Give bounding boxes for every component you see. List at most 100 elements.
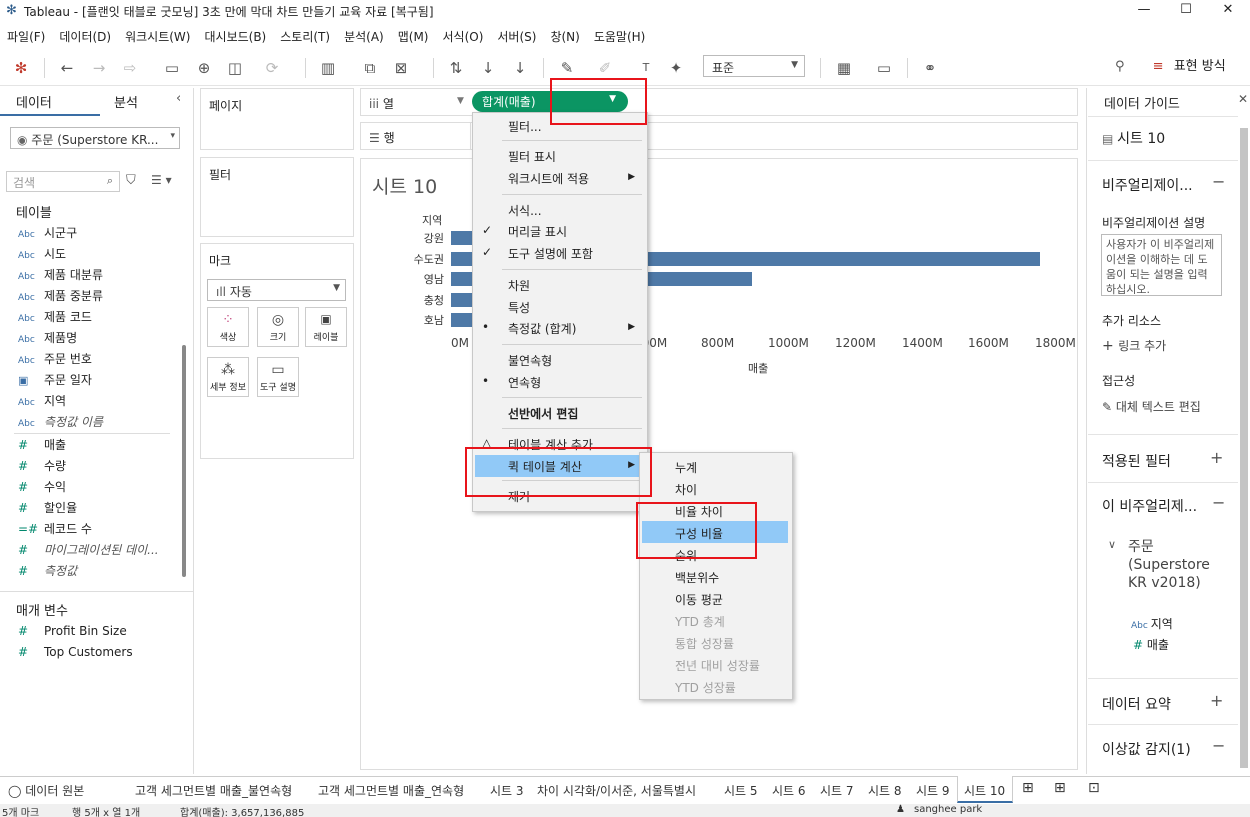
close-icon[interactable]: ✕ xyxy=(1238,92,1248,106)
tab-sheet[interactable]: 시트 3 xyxy=(490,782,524,799)
color-button[interactable]: ⁘ 색상 xyxy=(207,307,249,347)
menu-story[interactable]: 스토리(T) xyxy=(280,28,330,45)
parameter-item[interactable]: # Profit Bin Size xyxy=(18,624,127,644)
tab-sheet[interactable]: 시트 7 xyxy=(820,782,854,799)
close-window-button[interactable]: ✕ xyxy=(1219,2,1237,20)
datasource-icon[interactable]: ◫ xyxy=(225,58,245,78)
tab-sheet[interactable]: 시트 9 xyxy=(916,782,950,799)
field-item[interactable]: Abc 제품 중분류 xyxy=(18,287,103,307)
list-view-icon[interactable]: ☰ ▾ xyxy=(151,173,172,187)
field-item[interactable]: # 마이그레이션된 데이... xyxy=(18,541,159,561)
field-item[interactable]: ▣ 주문 일자 xyxy=(18,371,92,391)
viz-description-input[interactable]: 사용자가 이 비주얼리제이션을 이해하는 데 도움이 되는 설명을 입력하십시오… xyxy=(1101,234,1222,296)
tab-sheet[interactable]: 시트 8 xyxy=(868,782,902,799)
collapse-icon[interactable]: − xyxy=(1212,736,1225,755)
filter-icon[interactable]: ⛉ xyxy=(126,173,136,188)
field-item[interactable]: Abc 시도 xyxy=(18,245,66,265)
detail-button[interactable]: ⁂ 세부 정보 xyxy=(207,357,249,397)
pin-icon[interactable]: ✦ xyxy=(666,58,686,78)
filters-card[interactable]: 필터 xyxy=(200,157,354,237)
menu-item[interactable]: 차원 xyxy=(473,275,647,295)
group-icon[interactable]: ✐ xyxy=(595,58,615,78)
field-item[interactable]: =# 레코드 수 xyxy=(18,520,92,540)
field-item[interactable]: Abc 측정값 이름 xyxy=(18,413,103,433)
rows-shelf[interactable]: ☰ 행 xyxy=(360,122,1078,150)
new-worksheet-icon[interactable]: ▥ xyxy=(318,58,338,78)
outliers-title[interactable]: 이상값 감지(1) xyxy=(1102,739,1191,759)
size-button[interactable]: ◎ 크기 xyxy=(257,307,299,347)
submenu-item[interactable]: 차이 xyxy=(675,481,697,498)
field-item[interactable]: Abc 제품명 xyxy=(18,329,77,349)
collapse-icon[interactable]: ‹ xyxy=(176,91,181,106)
menu-item[interactable]: 불연속형 xyxy=(473,350,647,370)
field-item[interactable]: # 수량 xyxy=(18,457,66,477)
this-viz-title[interactable]: 이 비주얼리제... xyxy=(1102,496,1197,516)
menu-window[interactable]: 창(N) xyxy=(550,28,579,45)
field-item[interactable]: Abc 시군구 xyxy=(18,224,77,244)
menu-data[interactable]: 데이터(D) xyxy=(59,28,111,45)
parameter-item[interactable]: # Top Customers xyxy=(18,645,133,665)
new-worksheet-icon[interactable]: ⊞ xyxy=(1022,780,1034,796)
fit-dropdown[interactable]: 표준 ▼ xyxy=(703,55,805,77)
field-item[interactable]: # 측정값 xyxy=(18,562,77,582)
collapse-icon[interactable]: − xyxy=(1212,172,1225,191)
menu-item[interactable]: 특성 xyxy=(473,297,647,317)
sort-descending-icon[interactable]: ↓ xyxy=(510,58,530,78)
new-datasource-icon[interactable]: ⊕ xyxy=(194,58,214,78)
new-dashboard-icon[interactable]: ⊞ xyxy=(1054,780,1066,796)
highlight-icon[interactable]: ✎ xyxy=(557,58,577,78)
collapse-icon[interactable]: − xyxy=(1212,493,1225,512)
menu-item[interactable]: 연속형 • xyxy=(473,372,647,392)
tab-sheet-active[interactable]: 시트 10 xyxy=(964,782,1005,799)
menu-map[interactable]: 맵(M) xyxy=(398,28,429,45)
pages-card[interactable]: 페이지 xyxy=(200,88,354,150)
menu-server[interactable]: 서버(S) xyxy=(497,28,536,45)
chevron-down-icon[interactable]: ∨ xyxy=(1108,538,1116,551)
menu-analysis[interactable]: 분석(A) xyxy=(344,28,384,45)
tooltip-button[interactable]: ▭ 도구 설명 xyxy=(257,357,299,397)
field-item[interactable]: Abc 주문 번호 xyxy=(18,350,92,370)
menu-dashboard[interactable]: 대시보드(B) xyxy=(204,28,266,45)
tab-sheet[interactable]: 고객 세그먼트별 매출_불연속형 xyxy=(135,782,292,799)
search-input[interactable]: 검색 ⌕ xyxy=(6,171,120,192)
tableau-home-icon[interactable]: ✻ xyxy=(11,58,31,78)
datasource-selector[interactable]: ◉ 주문 (Superstore KR... ▾ xyxy=(10,127,180,149)
label-icon[interactable]: T xyxy=(636,58,656,78)
tab-sheet[interactable]: 시트 6 xyxy=(772,782,806,799)
label-button[interactable]: ▣ 레이블 xyxy=(305,307,347,347)
share-icon[interactable]: ⚭ xyxy=(920,58,940,78)
tab-analysis[interactable]: 분석 xyxy=(114,92,138,111)
sort-ascending-icon[interactable]: ↓ xyxy=(478,58,498,78)
alt-text-button[interactable]: ✎ 대체 텍스트 편집 xyxy=(1102,398,1201,415)
columns-shelf[interactable]: iii 열 ▼ xyxy=(360,88,1078,116)
field-item[interactable]: # 매출 xyxy=(18,436,66,456)
clear-sheet-icon[interactable]: ⊠ xyxy=(391,58,411,78)
submenu-item[interactable]: 누계 xyxy=(675,459,697,476)
menu-help[interactable]: 도움말(H) xyxy=(594,28,646,45)
expand-icon[interactable]: + xyxy=(1210,448,1223,467)
tab-data[interactable]: 데이터 xyxy=(16,92,52,111)
tab-sheet[interactable]: 시트 5 xyxy=(724,782,758,799)
data-summary-title[interactable]: 데이터 요약 xyxy=(1102,694,1171,714)
save-icon[interactable]: ▭ xyxy=(162,58,182,78)
swap-icon[interactable]: ⇅ xyxy=(446,58,466,78)
scrollbar[interactable] xyxy=(182,345,186,577)
field-item[interactable]: Abc 제품 대분류 xyxy=(18,266,103,286)
minimize-button[interactable]: — xyxy=(1135,2,1153,20)
tab-datasource[interactable]: ◯ 데이터 원본 xyxy=(8,782,84,799)
menu-file[interactable]: 파일(F) xyxy=(7,28,45,45)
duplicate-icon[interactable]: ⧉ xyxy=(360,58,380,78)
new-story-icon[interactable]: ⊡ xyxy=(1088,780,1100,796)
field-item[interactable]: # 수익 xyxy=(18,478,66,498)
menu-format[interactable]: 서식(O) xyxy=(443,28,484,45)
undo-icon[interactable]: ← xyxy=(57,58,77,78)
viz-section-title[interactable]: 비주얼리제이... xyxy=(1102,175,1193,195)
mark-type-dropdown[interactable]: ıll 자동 ▼ xyxy=(207,279,346,301)
tab-sheet[interactable]: 고객 세그먼트별 매출_연속형 xyxy=(318,782,464,799)
menu-worksheet[interactable]: 워크시트(W) xyxy=(125,28,190,45)
menu-item[interactable]: 도구 설명에 포함 ✓ xyxy=(473,243,647,263)
applied-filters-title[interactable]: 적용된 필터 xyxy=(1102,451,1171,471)
show-me-button[interactable]: ⚲ ≡ 표현 방식 xyxy=(1115,55,1235,79)
tab-sheet[interactable]: 차이 시각화/이서준, 서울특별시 xyxy=(537,782,696,799)
field-item[interactable]: Abc 제품 코드 xyxy=(18,308,92,328)
